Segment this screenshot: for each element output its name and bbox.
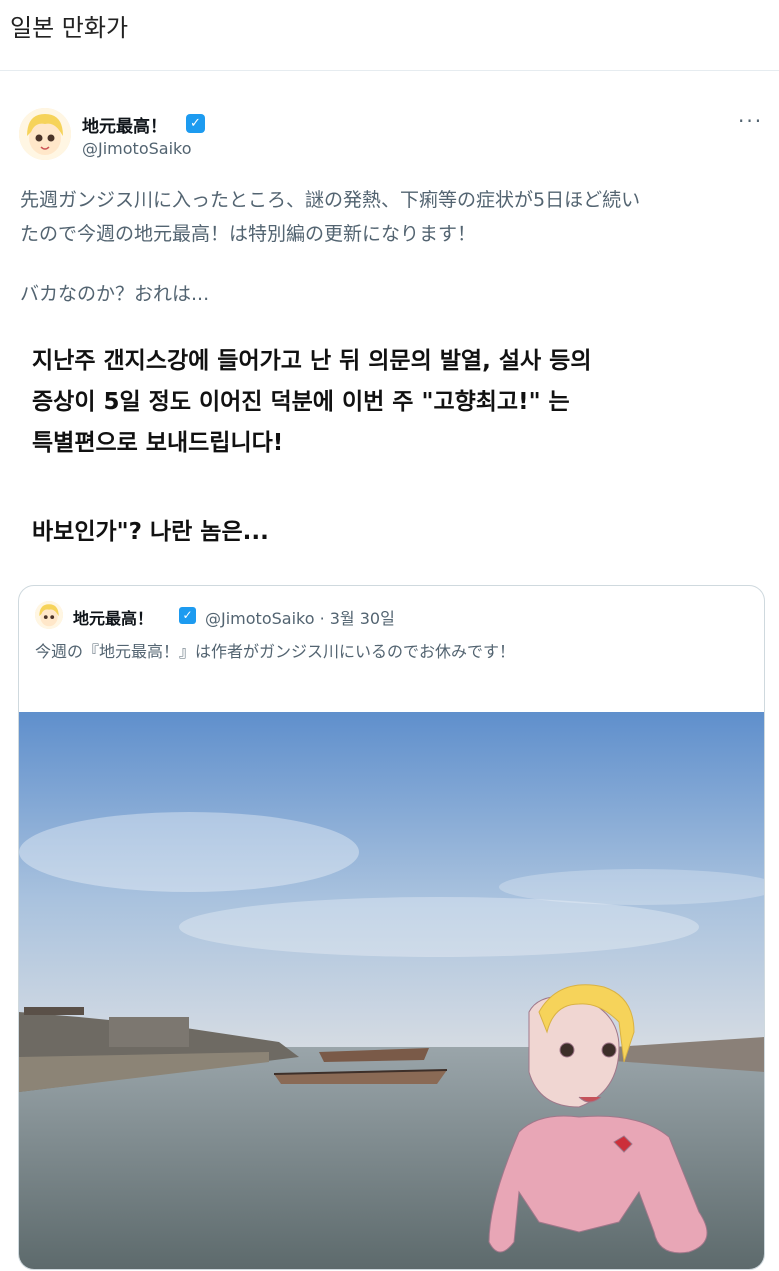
quoted-avatar[interactable] <box>35 601 63 629</box>
river-photo-icon <box>19 712 764 1269</box>
author-name[interactable]: 地元最高！ <box>82 112 167 137</box>
avatar-icon <box>19 108 71 160</box>
avatar-icon <box>35 601 63 629</box>
tweet-text-line: たので今週の地元最高！は特別編の更新になります！ <box>20 223 477 245</box>
more-options-icon[interactable]: ··· <box>738 109 763 133</box>
quoted-handle-date[interactable]: @JimotoSaiko · 3월 30일 <box>205 605 395 629</box>
post-title: 일본 만화가 <box>10 14 129 42</box>
tweet-card: 地元最高！ ✓ @JimotoSaiko ··· 先週ガンジス川に入ったところ、… <box>0 70 779 1271</box>
translation-question: 바보인가"? 나란 놈은... <box>32 519 269 545</box>
quoted-author-name[interactable]: 地元最高！ <box>73 605 153 629</box>
verified-badge-icon: ✓ <box>186 114 205 133</box>
translation-line: 지난주 갠지스강에 들어가고 난 뒤 의문의 발열, 설사 등의 <box>32 348 592 374</box>
avatar[interactable] <box>19 108 71 160</box>
translation-text-korean: 지난주 갠지스강에 들어가고 난 뒤 의문의 발열, 설사 등의 증상이 5일 … <box>32 341 752 464</box>
quoted-tweet[interactable]: 地元最高！ ✓ @JimotoSaiko · 3월 30일 今週の『地元最高！』… <box>18 585 765 1270</box>
verified-badge-icon: ✓ <box>179 607 196 624</box>
tweet-text-japanese: 先週ガンジス川に入ったところ、謎の発熱、下痢等の症状が5日ほど続い たので今週の… <box>20 183 760 251</box>
quoted-tweet-text: 今週の『地元最高！』は作者がガンジス川にいるのでお休みです！ <box>35 642 516 661</box>
translation-line: 증상이 5일 정도 이어진 덕분에 이번 주 "고향최고!" 는 <box>32 389 570 415</box>
translation-line: 특별편으로 보내드립니다! <box>32 430 284 456</box>
quoted-photo[interactable] <box>19 712 764 1269</box>
tweet-text-line: 先週ガンジス川に入ったところ、謎の発熱、下痢等の症状が5日ほど続い <box>20 189 641 211</box>
tweet-text-question: バカなのか？おれは... <box>20 283 210 305</box>
author-handle[interactable]: @JimotoSaiko <box>82 139 192 158</box>
